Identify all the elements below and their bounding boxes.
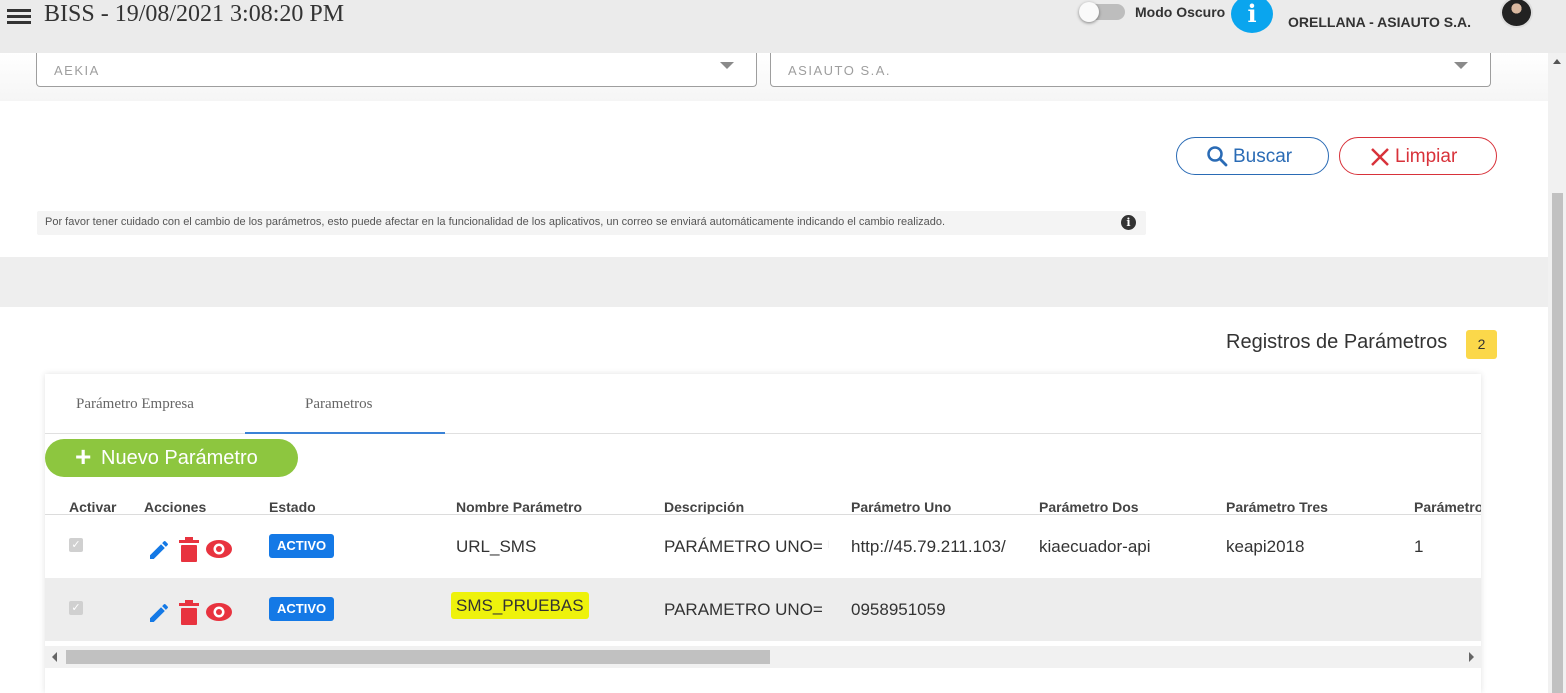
column-header-parametro-tres[interactable]: Parámetro Tres	[1226, 499, 1328, 515]
page: BISS - 19/08/2021 3:08:20 PM Modo Oscuro…	[0, 0, 1566, 693]
search-button-label: Buscar	[1233, 146, 1293, 167]
trash-icon[interactable]	[178, 537, 200, 563]
column-header-parametro-dos[interactable]: Parámetro Dos	[1039, 499, 1139, 515]
column-header-activar[interactable]: Activar	[69, 499, 116, 515]
warning-note-text: Por favor tener cuidado con el cambio de…	[45, 216, 946, 228]
search-icon	[1207, 146, 1228, 167]
app-title: BISS - 19/08/2021 3:08:20 PM	[44, 1, 345, 27]
scroll-up-icon[interactable]	[1553, 59, 1561, 64]
tab-parametros[interactable]: Parametros	[305, 396, 372, 413]
caret-down-icon	[720, 62, 734, 69]
status-badge: ACTIVO	[269, 597, 335, 621]
cell-parametro-tres: keapi2018	[1226, 537, 1305, 556]
scrollbar-thumb[interactable]	[66, 650, 770, 664]
edit-icon[interactable]	[147, 601, 171, 625]
status-badge: ACTIVO	[269, 534, 335, 558]
company-select[interactable]: ASIAUTO S.A.	[770, 53, 1491, 87]
edit-icon[interactable]	[147, 538, 171, 562]
caret-down-icon	[1454, 62, 1468, 69]
warning-note: Por favor tener cuidado con el cambio de…	[37, 211, 1146, 235]
column-header-estado[interactable]: Estado	[269, 499, 316, 515]
clear-button[interactable]: Limpiar	[1339, 137, 1497, 175]
active-checkbox[interactable]: ✓	[69, 538, 83, 552]
dark-mode-label: Modo Oscuro	[1135, 4, 1226, 20]
brand-select-value: AEKIA	[54, 63, 100, 78]
company-user-label: ORELLANA - ASIAUTO S.A.	[1288, 14, 1472, 30]
scroll-left-icon[interactable]	[52, 652, 57, 662]
trash-icon[interactable]	[178, 600, 200, 626]
cell-nombre: SMS_PRUEBAS	[451, 592, 589, 619]
tab-parametro-empresa[interactable]: Parámetro Empresa	[76, 396, 194, 413]
close-icon	[1371, 148, 1389, 166]
table-horizontal-scrollbar[interactable]	[45, 646, 1481, 668]
active-tab-indicator	[245, 432, 445, 434]
cell-parametro-uno: http://45.79.211.103/	[851, 537, 1006, 556]
brand-select[interactable]: AEKIA	[36, 53, 757, 87]
cell-parametro-uno: 0958951059	[851, 600, 946, 619]
clear-button-label: Limpiar	[1395, 146, 1458, 167]
new-parameter-label: Nuevo Parámetro	[101, 447, 258, 469]
column-header-descripcion[interactable]: Descripción	[664, 499, 744, 515]
eye-icon[interactable]	[205, 602, 233, 622]
records-count-badge: 2	[1466, 330, 1497, 359]
records-title: Registros de Parámetros	[1226, 331, 1448, 353]
eye-icon[interactable]	[205, 539, 233, 559]
cell-descripcion: PARÁMETRO UNO= U	[664, 537, 829, 556]
cell-parametro-cuatro: 1	[1414, 537, 1424, 556]
column-header-nombre[interactable]: Nombre Parámetro	[456, 499, 582, 515]
page-vertical-scrollbar[interactable]	[1548, 53, 1566, 693]
plus-icon: +	[75, 441, 92, 472]
active-checkbox[interactable]: ✓	[69, 601, 83, 615]
highlighted-name: SMS_PRUEBAS	[451, 592, 589, 619]
scroll-right-icon[interactable]	[1469, 652, 1474, 662]
cell-parametro-dos: kiaecuador-api	[1039, 537, 1151, 556]
scrollbar-thumb[interactable]	[1552, 193, 1563, 693]
column-header-parametro-cuatro[interactable]: Parámetro	[1414, 499, 1481, 515]
toggle-knob	[1079, 2, 1099, 22]
column-header-acciones[interactable]: Acciones	[144, 499, 206, 515]
hamburger-menu-icon[interactable]	[7, 4, 31, 26]
column-header-parametro-uno[interactable]: Parámetro Uno	[851, 499, 951, 515]
new-parameter-button[interactable]: + Nuevo Parámetro	[45, 439, 298, 477]
cell-nombre: URL_SMS	[456, 537, 537, 556]
section-divider	[0, 257, 1548, 307]
info-icon: i	[1121, 215, 1136, 230]
company-select-value: ASIAUTO S.A.	[788, 63, 892, 78]
cell-descripcion: PARAMETRO UNO= N	[664, 600, 829, 619]
search-button[interactable]: Buscar	[1176, 137, 1329, 175]
dark-mode-toggle[interactable]	[1079, 2, 1125, 22]
